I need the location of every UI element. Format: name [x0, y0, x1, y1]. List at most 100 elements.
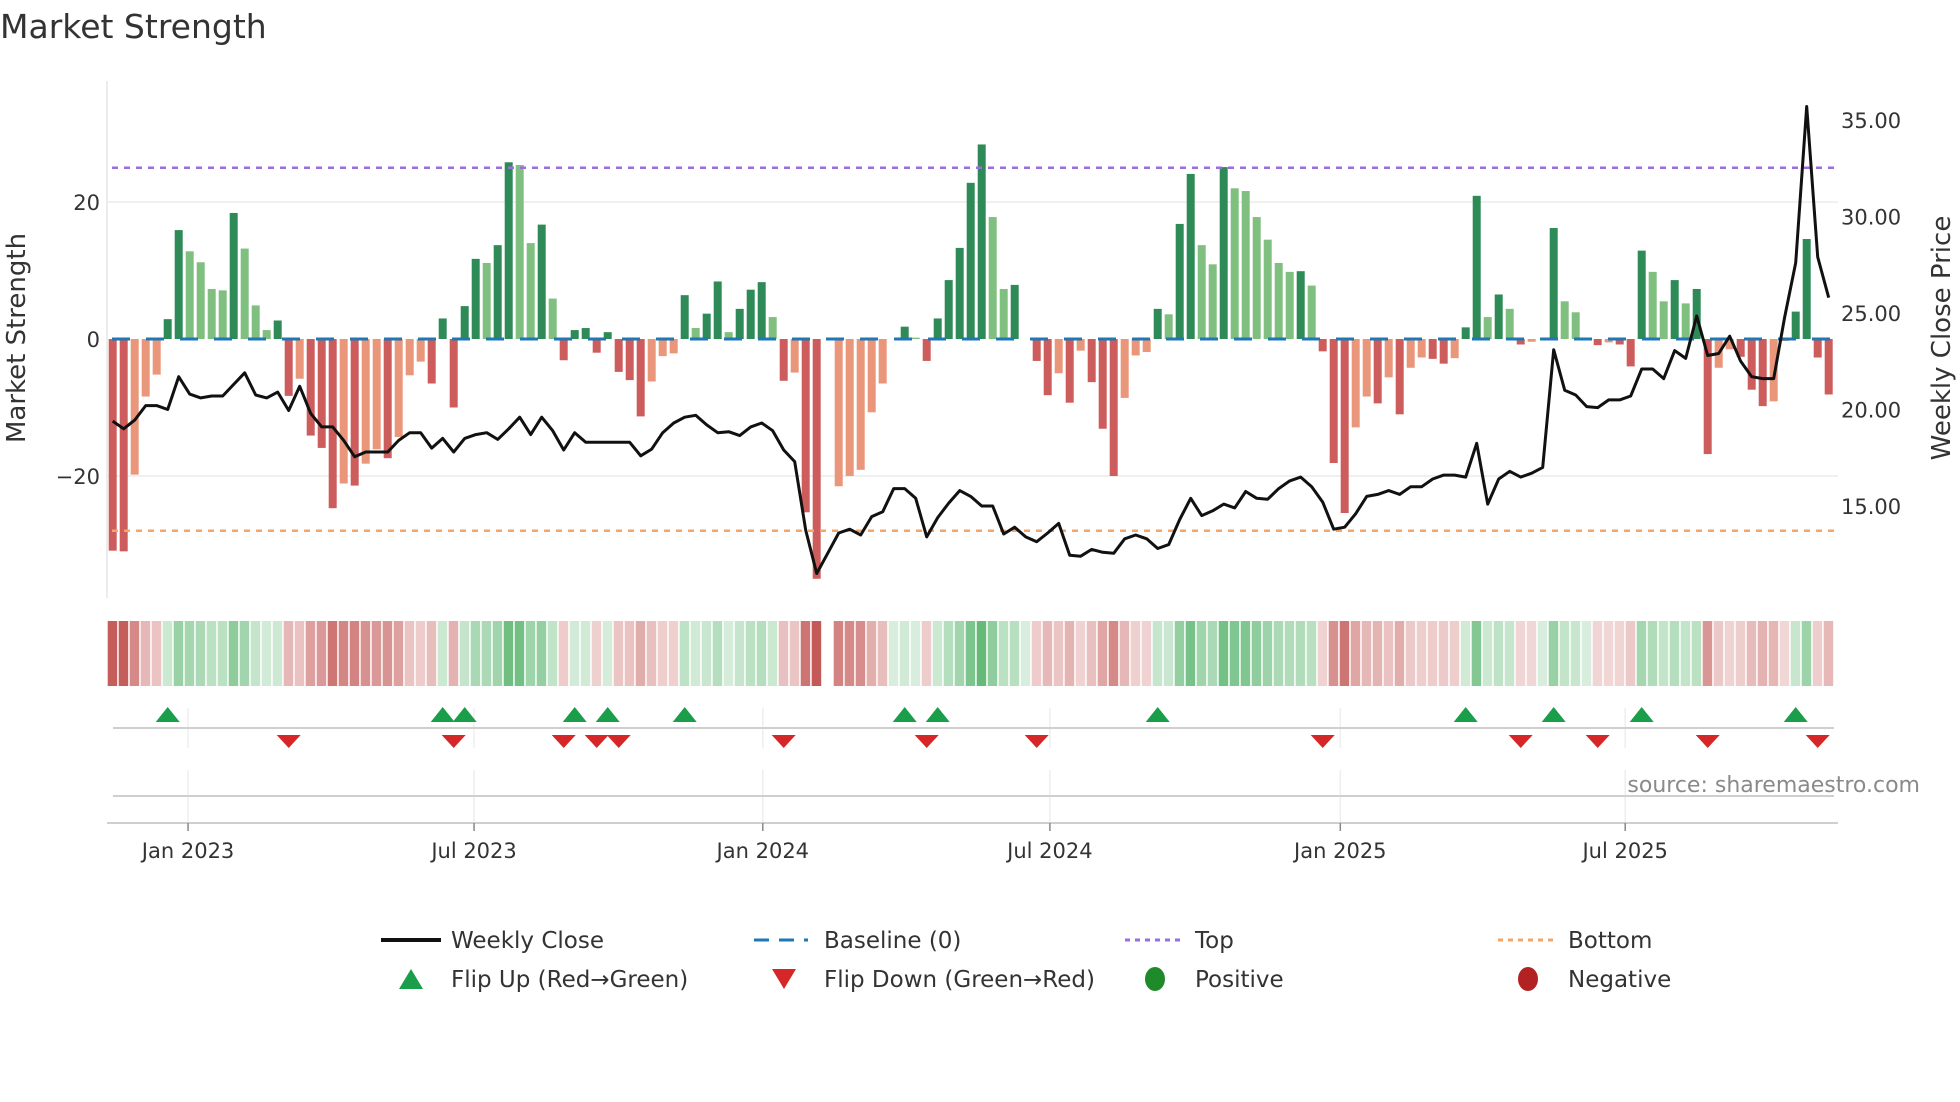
- negative-bar: [350, 339, 359, 486]
- y2-tick-label: 25.00: [1841, 302, 1901, 326]
- heatmap-cell: [338, 621, 349, 686]
- flip-down-marker: [1695, 735, 1720, 748]
- flip-down-marker: [606, 735, 631, 748]
- heatmap-cell: [1559, 621, 1570, 686]
- negative-bar: [790, 339, 799, 373]
- negative-bar: [779, 339, 788, 381]
- negative-bar: [1098, 339, 1107, 429]
- heatmap-cell: [393, 621, 404, 686]
- positive-bar: [581, 328, 590, 339]
- positive-bar: [1164, 314, 1173, 339]
- y2-tick-label: 20.00: [1841, 399, 1901, 423]
- x-tick-label: Jul 2023: [429, 839, 516, 863]
- heatmap-cell: [129, 621, 140, 686]
- heatmap-cell: [1141, 621, 1152, 686]
- heatmap-cell: [1625, 621, 1636, 686]
- positive-bar: [955, 247, 964, 339]
- negative-bar: [372, 339, 381, 450]
- negative-bar: [1032, 339, 1041, 361]
- heatmap-cell: [404, 621, 415, 686]
- heatmap-cell: [1262, 621, 1273, 686]
- heatmap-cell: [1218, 621, 1229, 686]
- positive-bar: [207, 288, 216, 339]
- y-tick-label: −20: [56, 465, 100, 489]
- positive-bar: [966, 182, 975, 339]
- heatmap-cell: [107, 621, 118, 686]
- y2-tick-label: 35.00: [1841, 109, 1901, 133]
- positive-bar: [185, 251, 194, 339]
- legend-label: Weekly Close: [451, 928, 604, 954]
- flip-down-marker: [771, 735, 796, 748]
- negative-bar: [1340, 339, 1349, 513]
- heatmap-cell: [228, 621, 239, 686]
- legend-label: Flip Down (Green→Red): [824, 967, 1095, 993]
- negative-bar: [1428, 339, 1437, 359]
- x-tick-label: Jan 2023: [140, 839, 235, 863]
- positive-bar: [1197, 245, 1206, 339]
- heatmap-cell: [1713, 621, 1724, 686]
- negative-bar: [394, 339, 403, 437]
- legend-label: Top: [1194, 928, 1234, 954]
- heatmap-cell: [184, 621, 195, 686]
- legend-item: Flip Down (Green→Red): [772, 967, 1095, 993]
- positive-bar: [218, 290, 227, 339]
- heatmap-cell: [910, 621, 921, 686]
- negative-bar: [1142, 339, 1151, 353]
- positive-bar: [1186, 173, 1195, 339]
- heatmap-cell: [1383, 621, 1394, 686]
- heatmap-cell: [1196, 621, 1207, 686]
- positive-bar: [1560, 301, 1569, 339]
- negative-bar: [295, 339, 304, 379]
- heatmap-cell: [866, 621, 877, 686]
- heatmap-cell: [272, 621, 283, 686]
- positive-bar: [526, 243, 535, 339]
- positive-bar: [1802, 238, 1811, 339]
- heatmap-cell: [1735, 621, 1746, 686]
- positive-bar: [1307, 285, 1316, 339]
- heatmap-cell: [1317, 621, 1328, 686]
- heatmap-cell: [1669, 621, 1680, 686]
- heatmap-cell: [734, 621, 745, 686]
- negative-bar: [361, 339, 370, 464]
- positive-bar: [1285, 271, 1294, 339]
- negative-bar: [1043, 339, 1052, 396]
- positive-bar: [273, 320, 282, 339]
- heatmap-cell: [470, 621, 481, 686]
- heatmap-cell: [1779, 621, 1790, 686]
- positive-bar: [746, 289, 755, 339]
- negative-bar: [306, 339, 315, 436]
- negative-bar: [383, 339, 392, 459]
- positive-bar: [482, 262, 491, 339]
- y2-axis-title: Weekly Close Price: [1927, 216, 1957, 461]
- negative-bar: [592, 339, 601, 353]
- positive-bar: [504, 162, 513, 339]
- heatmap-cell: [261, 621, 272, 686]
- heatmap-cell: [250, 621, 261, 686]
- positive-bar: [988, 217, 997, 339]
- heatmap-cell: [1086, 621, 1097, 686]
- flip-up-marker: [155, 707, 180, 722]
- flip-up-marker: [1453, 707, 1478, 722]
- negative-bar: [1065, 339, 1074, 403]
- negative-bar: [1076, 339, 1085, 351]
- circle-icon: [1518, 967, 1538, 991]
- legend-item: Top: [1125, 928, 1234, 954]
- heatmap-cell: [1020, 621, 1031, 686]
- heatmap-cell: [294, 621, 305, 686]
- chart-title: Market Strength: [0, 7, 267, 46]
- positive-bar: [1681, 303, 1690, 339]
- negative-bar: [130, 339, 139, 475]
- heatmap-cell: [613, 621, 624, 686]
- heatmap-cell: [371, 621, 382, 686]
- heatmap-cell: [1185, 621, 1196, 686]
- negative-bar: [1384, 339, 1393, 378]
- positive-bar: [1274, 262, 1283, 339]
- heatmap-cell: [492, 621, 503, 686]
- heatmap-cell: [1647, 621, 1658, 686]
- negative-bar: [1813, 339, 1822, 358]
- x-tick-label: Jul 2025: [1580, 839, 1667, 863]
- heatmap-cell: [437, 621, 448, 686]
- heatmap-cell: [778, 621, 789, 686]
- flip-up-marker: [1783, 707, 1808, 722]
- flip-down-marker: [914, 735, 939, 748]
